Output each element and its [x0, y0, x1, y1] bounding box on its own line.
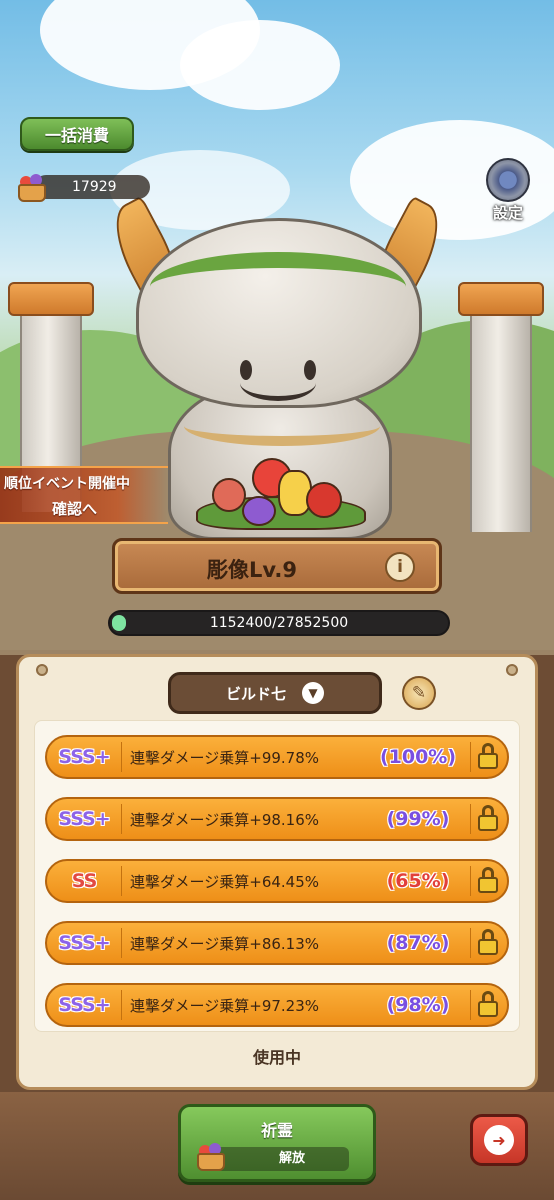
statue-smile	[240, 365, 316, 401]
stat-percentile: (98%)	[386, 994, 450, 1016]
grade-badge: SSS+	[58, 932, 110, 954]
panel-rivet	[36, 664, 48, 676]
peach-icon	[212, 478, 246, 512]
laurel-wreath	[150, 252, 406, 322]
statue-necklace	[184, 406, 380, 446]
build-selector-label: ビルド七	[225, 684, 286, 703]
ranking-event-banner[interactable]: 順位イベント開催中 確認へ	[0, 466, 168, 524]
fruit-basket-icon	[195, 1141, 227, 1171]
row-divider	[121, 990, 122, 1020]
exp-bar-text: 1152400/27852500	[209, 615, 349, 631]
lock-icon[interactable]	[471, 988, 505, 1022]
stat-percentile: (87%)	[386, 932, 450, 954]
chevron-down-icon: ▼	[302, 682, 324, 704]
stat-row[interactable]: SSS+ 連撃ダメージ乗算+98.16% (99%)	[45, 797, 509, 841]
cloud	[180, 20, 340, 110]
grapes-icon	[242, 496, 276, 526]
stat-percentile: (65%)	[386, 870, 450, 892]
apple-icon	[306, 482, 342, 518]
info-button[interactable]: i	[385, 552, 415, 582]
lock-icon[interactable]	[471, 926, 505, 960]
row-divider	[121, 804, 122, 834]
panel-rivet	[506, 664, 518, 676]
build-status-text: 使用中	[252, 1048, 301, 1067]
stat-text: 連撃ダメージ乗算+86.13%	[130, 934, 320, 953]
settings-button[interactable]: 設定	[484, 158, 532, 222]
row-divider	[121, 866, 122, 896]
exit-arrow-icon: ➜	[484, 1125, 514, 1155]
lock-icon[interactable]	[471, 802, 505, 836]
feather-quill-button[interactable]: ✎	[402, 676, 436, 710]
event-banner-link: 確認へ	[52, 500, 98, 518]
lock-icon[interactable]	[471, 864, 505, 898]
currency-amount: 17929	[34, 175, 150, 199]
stone-pillar-right	[458, 282, 544, 532]
currency-display: 17929	[16, 172, 150, 202]
fruit-basket-icon	[16, 172, 48, 202]
stat-text: 連撃ダメージ乗算+97.23%	[130, 996, 320, 1015]
prayer-release-button[interactable]: 祈霊 解放	[178, 1104, 376, 1182]
grade-badge: SSS+	[58, 808, 110, 830]
grade-badge: SSS+	[58, 746, 110, 768]
grade-badge: SS	[71, 870, 98, 892]
build-selector-tab[interactable]: ビルド七 ▼	[168, 672, 382, 714]
stat-list: SSS+ 連撃ダメージ乗算+99.78% (100%) SSS+ 連撃ダメージ乗…	[34, 720, 520, 1032]
exit-button[interactable]: ➜	[470, 1114, 528, 1166]
stat-percentile: (99%)	[386, 808, 450, 830]
settings-label: 設定	[492, 204, 523, 222]
gear-icon	[486, 158, 530, 202]
lock-icon[interactable]	[471, 740, 505, 774]
bulk-consume-button[interactable]: 一括消費	[20, 117, 134, 151]
stat-text: 連撃ダメージ乗算+99.78%	[130, 748, 320, 767]
stat-text: 連撃ダメージ乗算+98.16%	[130, 810, 320, 829]
stat-row[interactable]: SSS+ 連撃ダメージ乗算+86.13% (87%)	[45, 921, 509, 965]
statue-exp-bar: 1152400/27852500	[108, 610, 450, 636]
prayer-button-label: 祈霊	[260, 1121, 293, 1140]
statue-level-title: 彫像Lv.9	[207, 558, 297, 582]
stat-row[interactable]: SS 連撃ダメージ乗算+64.45% (65%)	[45, 859, 509, 903]
grade-badge: SSS+	[58, 994, 110, 1016]
event-banner-title: 順位イベント開催中	[4, 476, 130, 492]
row-divider	[121, 928, 122, 958]
feather-icon: ✎	[411, 683, 427, 703]
stat-row[interactable]: SSS+ 連撃ダメージ乗算+99.78% (100%)	[45, 735, 509, 779]
stat-percentile: (100%)	[379, 746, 457, 768]
info-icon: i	[397, 557, 403, 577]
stat-text: 連撃ダメージ乗算+64.45%	[130, 872, 320, 891]
stat-row[interactable]: SSS+ 連撃ダメージ乗算+97.23% (98%)	[45, 983, 509, 1027]
statue-title-plate: 彫像Lv.9 i	[112, 538, 442, 594]
row-divider	[121, 742, 122, 772]
